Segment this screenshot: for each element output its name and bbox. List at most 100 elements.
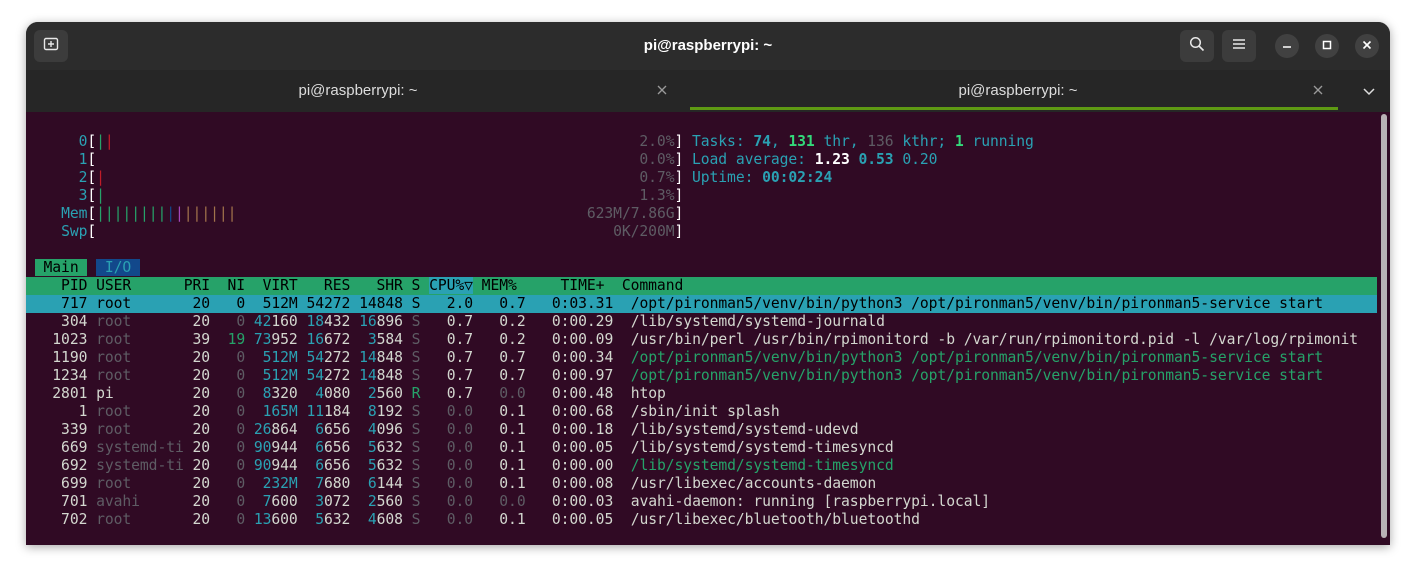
res: 080 xyxy=(324,385,351,402)
res xyxy=(306,475,315,492)
running-label: running xyxy=(963,133,1034,150)
pad xyxy=(350,421,359,438)
virt: 26 xyxy=(253,421,272,438)
menu-button[interactable] xyxy=(1222,30,1256,62)
meter-bracket: ] xyxy=(674,169,684,186)
pad xyxy=(26,133,79,150)
mem-percent: 0.1 xyxy=(473,421,526,438)
command: /lib/systemd/systemd-udevd xyxy=(630,421,859,438)
meter-bar: | xyxy=(139,205,149,222)
tab-2-active[interactable]: pi@raspberrypi: ~ xyxy=(690,70,1362,112)
virt: 512M xyxy=(253,367,298,384)
priority: 20 xyxy=(183,367,219,384)
cpu-meter-2-value: 0.7% xyxy=(639,169,675,186)
shr: 848 xyxy=(376,349,403,366)
maximize-icon xyxy=(1322,37,1332,55)
res xyxy=(306,421,315,438)
maximize-button[interactable] xyxy=(1315,34,1339,58)
minimize-button[interactable] xyxy=(1275,34,1299,58)
process-row[interactable]: 1023 root 39 19 73952 16672 3584 S 0.7 0… xyxy=(26,331,1358,349)
user: root xyxy=(96,511,184,528)
process-row[interactable]: 692 systemd-ti 20 0 90944 6656 5632 S 0.… xyxy=(26,457,894,475)
nice: 0 xyxy=(218,385,254,402)
pid: 701 xyxy=(26,493,97,510)
column-header-right: MEM% TIME+ Command xyxy=(472,277,684,294)
virt: 512M xyxy=(253,295,298,312)
close-button[interactable] xyxy=(1355,34,1379,58)
nice: 19 xyxy=(218,331,254,348)
pad xyxy=(350,439,359,456)
process-row[interactable]: 1190 root 20 0 512M 54272 14848 S 0.7 0.… xyxy=(26,349,1323,367)
pad xyxy=(683,151,692,168)
pid: 692 xyxy=(26,457,97,474)
process-row[interactable]: 1234 root 20 0 512M 54272 14848 S 0.7 0.… xyxy=(26,367,1323,385)
process-row[interactable]: 699 root 20 0 232M 7680 6144 S 0.0 0.1 0… xyxy=(26,475,876,493)
res: 54272 xyxy=(306,295,351,312)
time: 0:00.18 xyxy=(525,421,631,438)
cpu-meter-1: 1[ 0.0%] Load average: 1.23 0.53 0.20 xyxy=(26,151,938,169)
process-row[interactable]: 339 root 20 0 26864 6656 4096 S 0.0 0.1 … xyxy=(26,421,859,439)
pad xyxy=(403,331,412,348)
terminal-area[interactable]: 0[|| 2.0%] Tasks: 74, 131 thr, 136 kthr;… xyxy=(26,112,1390,545)
tab-main[interactable]: Main xyxy=(34,259,88,276)
pad xyxy=(350,331,359,348)
pid: 669 xyxy=(26,439,97,456)
cpu-meter-3: 3[| 1.3%] xyxy=(26,187,692,205)
pid: 717 xyxy=(26,295,97,312)
pad xyxy=(403,493,412,510)
tab-close-icon[interactable] xyxy=(655,83,669,97)
process-row[interactable]: 304 root 20 0 42160 18432 16896 S 0.7 0.… xyxy=(26,313,885,331)
time: 0:00.08 xyxy=(525,475,631,492)
meter-bracket: [ xyxy=(87,187,97,204)
pad xyxy=(350,295,359,312)
swap-meter-label: Swp xyxy=(61,223,88,240)
mem-percent: 0.2 xyxy=(473,313,526,330)
cpu-percent: 0.7 xyxy=(420,313,473,330)
time: 0:00.48 xyxy=(525,385,631,402)
meter-bar: | xyxy=(166,205,176,222)
pad xyxy=(26,259,35,276)
terminal-scrollbar[interactable] xyxy=(1381,114,1387,538)
shr: 16 xyxy=(359,313,377,330)
pad xyxy=(87,259,96,276)
pad xyxy=(26,151,79,168)
shr: 584 xyxy=(376,331,403,348)
command: /usr/bin/perl /usr/bin/rpimonitord -b /v… xyxy=(630,331,1359,348)
meter-bar: | xyxy=(218,205,228,222)
process-row[interactable]: 701 avahi 20 0 7600 3072 2560 S 0.0 0.0 … xyxy=(26,493,990,511)
res xyxy=(306,439,315,456)
pad xyxy=(403,511,412,528)
tab-1[interactable]: pi@raspberrypi: ~ xyxy=(26,70,690,112)
process-row[interactable]: 717 root 20 0 512M 54272 14848 S 2.0 0.7… xyxy=(26,295,1377,313)
tab-close-icon[interactable] xyxy=(1311,83,1325,97)
user: root xyxy=(96,295,184,312)
meter-bracket: ] xyxy=(674,151,684,168)
virt: 864 xyxy=(271,421,298,438)
priority: 20 xyxy=(183,439,219,456)
process-row[interactable]: 2801 pi 20 0 8320 4080 2560 R 0.7 0.0 0:… xyxy=(26,385,666,403)
process-row[interactable]: 702 root 20 0 13600 5632 4608 S 0.0 0.1 … xyxy=(26,511,920,529)
virt: 320 xyxy=(271,385,298,402)
pad xyxy=(350,367,359,384)
pad xyxy=(403,475,412,492)
cpu-percent: 0.7 xyxy=(420,367,473,384)
tab-io[interactable]: I/O xyxy=(96,259,140,276)
nice: 0 xyxy=(218,439,254,456)
meter-bracket: [ xyxy=(87,169,97,186)
pad xyxy=(403,403,412,420)
virt xyxy=(254,385,263,402)
virt xyxy=(254,493,263,510)
pad xyxy=(26,205,61,222)
process-row[interactable]: 669 systemd-ti 20 0 90944 6656 5632 S 0.… xyxy=(26,439,894,457)
chevron-down-icon[interactable] xyxy=(1362,84,1376,103)
close-icon xyxy=(1362,37,1372,55)
meter-bracket: [ xyxy=(87,205,97,222)
time: 0:00.05 xyxy=(525,439,631,456)
process-row[interactable]: 1 root 20 0 165M 11184 8192 S 0.0 0.1 0:… xyxy=(26,403,780,421)
pid: 1023 xyxy=(26,331,97,348)
virt: 73 xyxy=(253,331,272,348)
terminal-window: pi@raspberrypi: ~ pi@raspberrypi: ~ pi@r… xyxy=(26,22,1390,545)
priority: 20 xyxy=(183,313,219,330)
priority: 20 xyxy=(183,493,219,510)
search-button[interactable] xyxy=(1180,30,1214,62)
